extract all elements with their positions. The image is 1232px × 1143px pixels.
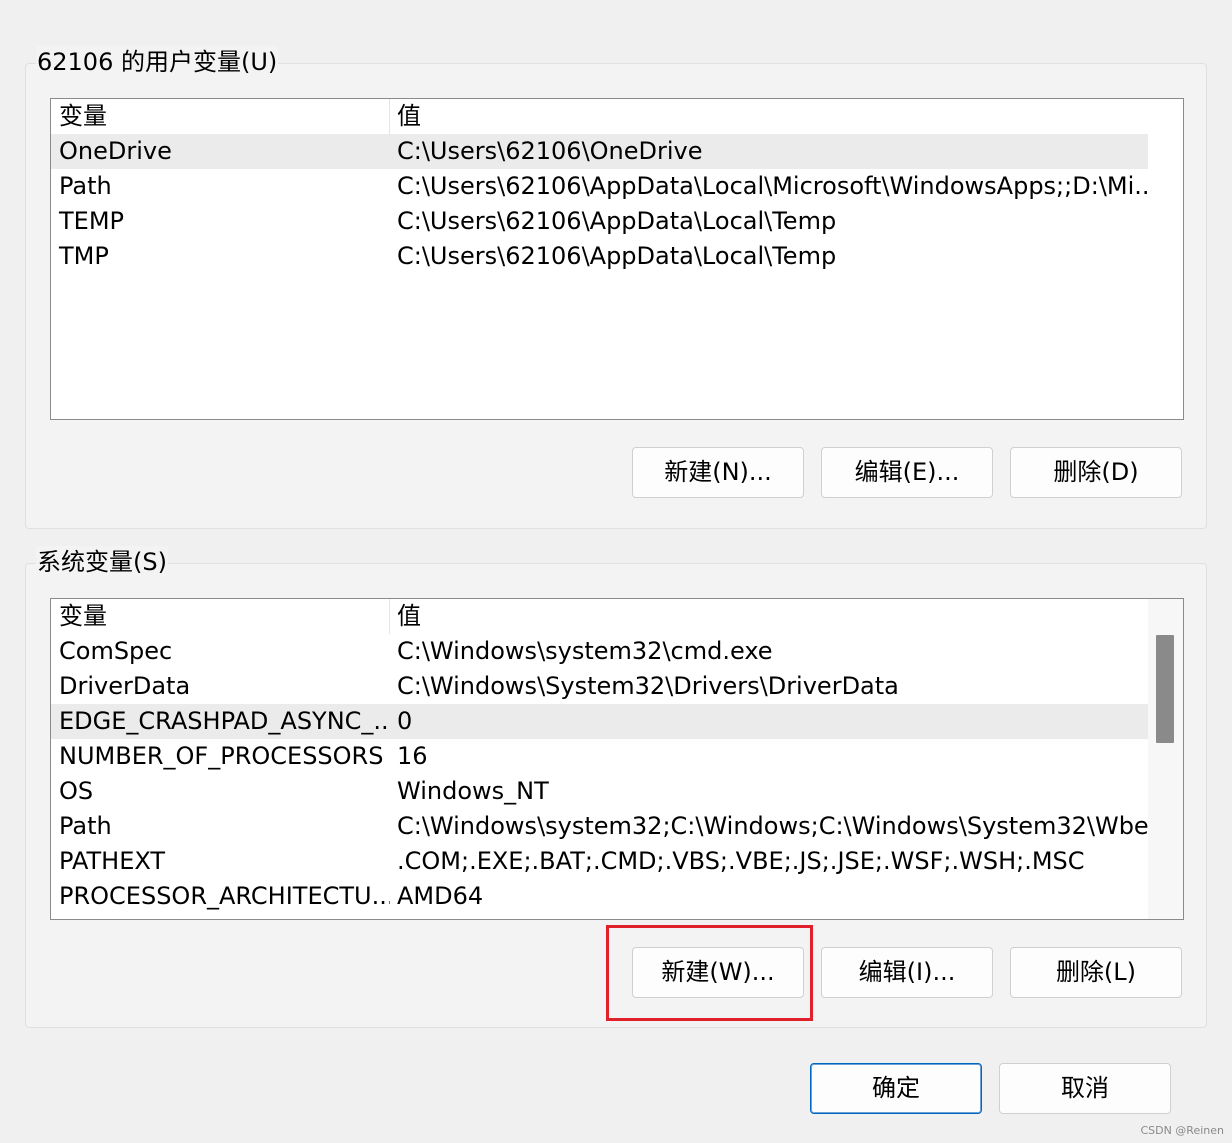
watermark: CSDN @Reinen: [1140, 1124, 1224, 1137]
variable-value: C:\Windows\system32\cmd.exe: [397, 637, 773, 665]
table-row[interactable]: Path C:\Windows\system32;C:\Windows;C:\W…: [51, 809, 1148, 844]
user-edit-button[interactable]: 编辑(E)...: [821, 447, 993, 498]
variable-name: ComSpec: [59, 637, 173, 665]
variable-value: AMD64: [397, 882, 484, 910]
column-header-value[interactable]: 值: [390, 99, 1148, 134]
variable-value: C:\Users\62106\OneDrive: [397, 137, 703, 165]
list-header: 变量 值: [51, 599, 1148, 634]
variable-name: Path: [59, 172, 112, 200]
list-header: 变量 值: [51, 99, 1148, 134]
variable-name: NUMBER_OF_PROCESSORS: [59, 742, 384, 770]
table-row[interactable]: EDGE_CRASHPAD_ASYNC_... 0: [51, 704, 1148, 739]
table-row[interactable]: NUMBER_OF_PROCESSORS 16: [51, 739, 1148, 774]
variable-value: 16: [397, 742, 428, 770]
variable-value: C:\Users\62106\AppData\Local\Temp: [397, 242, 837, 270]
ok-button[interactable]: 确定: [810, 1063, 982, 1114]
system-edit-button[interactable]: 编辑(I)...: [821, 947, 993, 998]
variable-name: Path: [59, 812, 112, 840]
column-header-variable[interactable]: 变量: [51, 599, 390, 634]
system-variables-list[interactable]: 变量 值 ComSpec C:\Windows\system32\cmd.exe…: [50, 598, 1184, 920]
user-variables-group: 62106 的用户变量(U) 变量 值 OneDrive C:\Users\62…: [25, 46, 1207, 529]
column-header-variable[interactable]: 变量: [51, 99, 390, 134]
scrollbar-thumb[interactable]: [1156, 635, 1174, 743]
table-row[interactable]: OS Windows_NT: [51, 774, 1148, 809]
table-row[interactable]: TMP C:\Users\62106\AppData\Local\Temp: [51, 239, 1148, 274]
table-row[interactable]: PATHEXT .COM;.EXE;.BAT;.CMD;.VBS;.VBE;.J…: [51, 844, 1148, 879]
system-variables-title: 系统变量(S): [36, 546, 168, 578]
variable-value: C:\Users\62106\AppData\Local\Microsoft\W…: [397, 172, 1148, 200]
table-row[interactable]: Path C:\Users\62106\AppData\Local\Micros…: [51, 169, 1148, 204]
highlight-annotation: [606, 925, 813, 1021]
variable-value: Windows_NT: [397, 777, 549, 805]
column-header-value[interactable]: 值: [390, 599, 1148, 634]
user-delete-button[interactable]: 删除(D): [1010, 447, 1182, 498]
variable-name: PROCESSOR_ARCHITECTU...: [59, 882, 390, 910]
system-delete-button[interactable]: 删除(L): [1010, 947, 1182, 998]
variable-name: DriverData: [59, 672, 191, 700]
user-variables-title: 62106 的用户变量(U): [36, 46, 279, 78]
variable-value: 0: [397, 707, 413, 735]
cancel-button[interactable]: 取消: [999, 1063, 1171, 1114]
variable-name: PATHEXT: [59, 847, 166, 875]
variable-name: TMP: [59, 242, 109, 270]
variable-value: C:\Users\62106\AppData\Local\Temp: [397, 207, 837, 235]
table-row[interactable]: PROCESSOR_ARCHITECTU... AMD64: [51, 879, 1148, 914]
user-variables-list[interactable]: 变量 值 OneDrive C:\Users\62106\OneDrive Pa…: [50, 98, 1184, 420]
variable-name: OneDrive: [59, 137, 172, 165]
variable-value: C:\Windows\system32;C:\Windows;C:\Window…: [397, 812, 1148, 840]
variable-name: TEMP: [59, 207, 125, 235]
table-row[interactable]: OneDrive C:\Users\62106\OneDrive: [51, 134, 1148, 169]
table-row[interactable]: ComSpec C:\Windows\system32\cmd.exe: [51, 634, 1148, 669]
user-new-button[interactable]: 新建(N)...: [632, 447, 804, 498]
variable-name: EDGE_CRASHPAD_ASYNC_...: [59, 707, 390, 735]
variable-value: C:\Windows\System32\Drivers\DriverData: [397, 672, 899, 700]
variable-name: OS: [59, 777, 94, 805]
variable-value: .COM;.EXE;.BAT;.CMD;.VBS;.VBE;.JS;.JSE;.…: [397, 847, 1085, 875]
table-row[interactable]: TEMP C:\Users\62106\AppData\Local\Temp: [51, 204, 1148, 239]
table-row[interactable]: DriverData C:\Windows\System32\Drivers\D…: [51, 669, 1148, 704]
vertical-scrollbar[interactable]: [1148, 599, 1183, 919]
